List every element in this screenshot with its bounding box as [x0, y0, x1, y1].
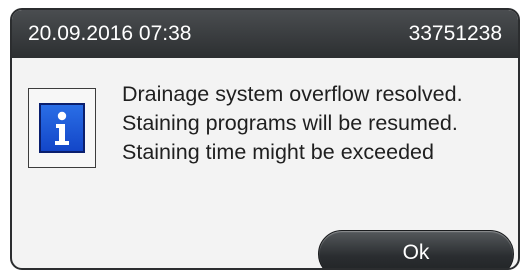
message-line-2: Staining programs will be resumed. — [122, 111, 458, 135]
message-text: Drainage system overflow resolved. Stain… — [122, 80, 463, 167]
info-icon-frame — [28, 88, 96, 168]
ok-button[interactable]: Ok — [318, 230, 514, 268]
message-line-1: Drainage system overflow resolved. — [122, 82, 463, 106]
message-id: 33751238 — [408, 22, 502, 45]
info-icon — [39, 103, 85, 153]
timestamp: 20.09.2016 07:38 — [28, 22, 192, 45]
message-line-3: Staining time might be exceeded — [122, 140, 434, 164]
message-dialog: 20.09.2016 07:38 33751238 Drainage syste… — [10, 8, 520, 270]
dialog-title-bar: 20.09.2016 07:38 33751238 — [12, 10, 518, 58]
